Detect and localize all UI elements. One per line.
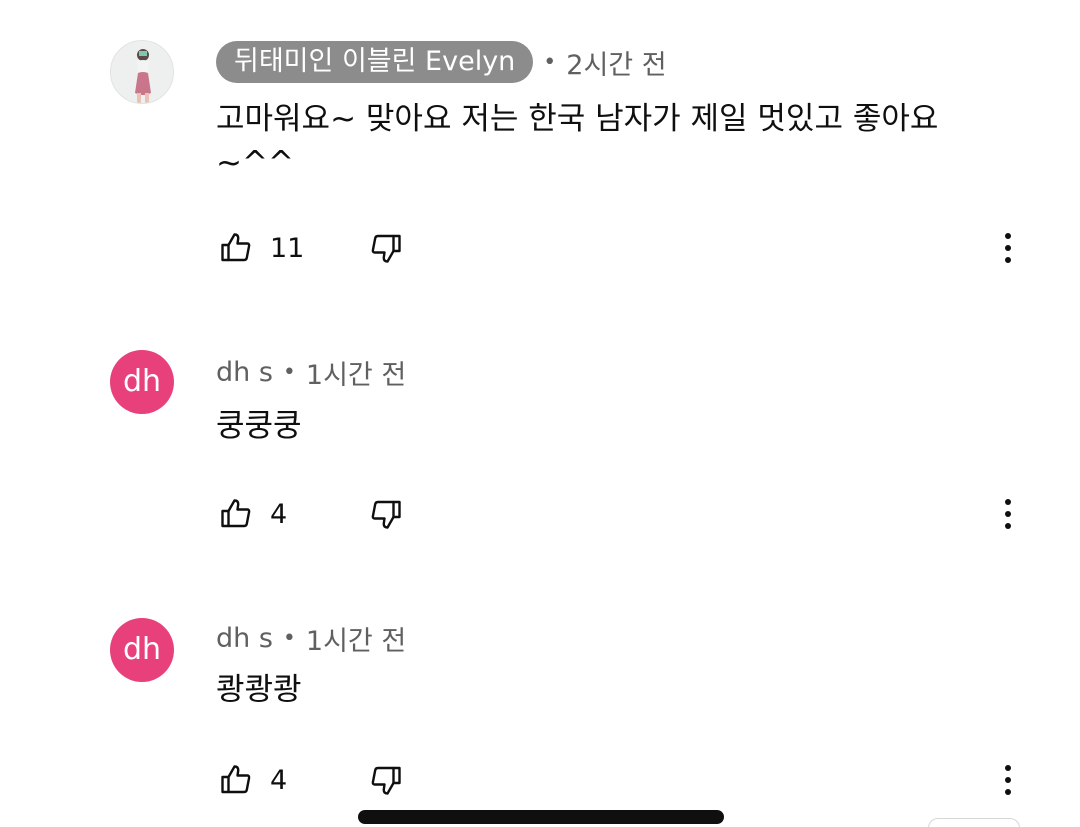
comment-meta: dh s • 1시간 전	[216, 353, 406, 392]
thumbs-up-icon	[221, 499, 251, 528]
more-vert-icon	[1005, 233, 1011, 239]
comment-meta: 뒤태미인 이블린 Evelyn • 2시간 전	[216, 41, 667, 83]
more-vert-icon	[1005, 765, 1011, 771]
more-vert-icon	[1005, 777, 1011, 783]
comment-time: 2시간 전	[566, 49, 667, 81]
more-vert-icon	[1005, 789, 1011, 795]
thumbs-down-icon	[371, 766, 401, 795]
thumbs-down-icon	[371, 234, 401, 263]
comment-actions: 4	[216, 760, 401, 800]
comment-meta: dh s • 1시간 전	[216, 619, 406, 658]
comment-time: 1시간 전	[305, 360, 407, 391]
comment-actions: 4	[216, 494, 401, 534]
comment-text: 쾅쾅쾅	[216, 672, 302, 708]
home-indicator[interactable]	[358, 810, 724, 824]
like-button[interactable]	[216, 228, 256, 268]
dislike-button[interactable]	[366, 228, 406, 268]
like-count: 11	[270, 232, 305, 264]
more-vert-icon	[1005, 523, 1011, 529]
like-button[interactable]	[216, 494, 256, 534]
more-options-button[interactable]	[990, 494, 1026, 534]
profile-photo-icon	[111, 41, 173, 103]
more-options-button[interactable]	[990, 228, 1026, 268]
comment-text: 쿵쿵쿵	[216, 408, 302, 444]
like-count: 4	[270, 764, 288, 796]
meta-separator: •	[282, 360, 296, 385]
more-options-button[interactable]	[990, 760, 1026, 800]
thumbs-up-icon	[221, 233, 251, 262]
meta-separator: •	[282, 626, 296, 651]
thumbs-up-icon	[221, 765, 251, 794]
dislike-button[interactable]	[366, 494, 406, 534]
comment-text: 고마워요~ 맞아요 저는 한국 남자가 제일 멋있고 좋아요 ~^^	[216, 101, 939, 181]
more-vert-icon	[1005, 499, 1011, 505]
comments-screen: 뒤태미인 이블린 Evelyn • 2시간 전 고마워요~ 맞아요 저는 한국 …	[0, 0, 1080, 827]
avatar[interactable]: dh	[110, 350, 174, 414]
thumbs-down-icon	[371, 500, 401, 529]
bottom-sheet-edge	[928, 818, 1020, 827]
avatar[interactable]	[110, 40, 174, 104]
like-button[interactable]	[216, 760, 256, 800]
comment-actions: 11	[216, 228, 401, 268]
more-vert-icon	[1005, 257, 1011, 263]
like-count: 4	[270, 498, 288, 530]
dislike-button[interactable]	[366, 760, 406, 800]
meta-separator: •	[543, 49, 557, 75]
more-vert-icon	[1005, 245, 1011, 251]
more-vert-icon	[1005, 511, 1011, 517]
author-name-badge[interactable]: 뒤태미인 이블린 Evelyn	[216, 41, 534, 83]
comment-time: 1시간 전	[305, 626, 407, 657]
author-name[interactable]: dh s	[216, 621, 273, 657]
avatar[interactable]: dh	[110, 618, 174, 682]
author-name[interactable]: dh s	[216, 355, 273, 391]
